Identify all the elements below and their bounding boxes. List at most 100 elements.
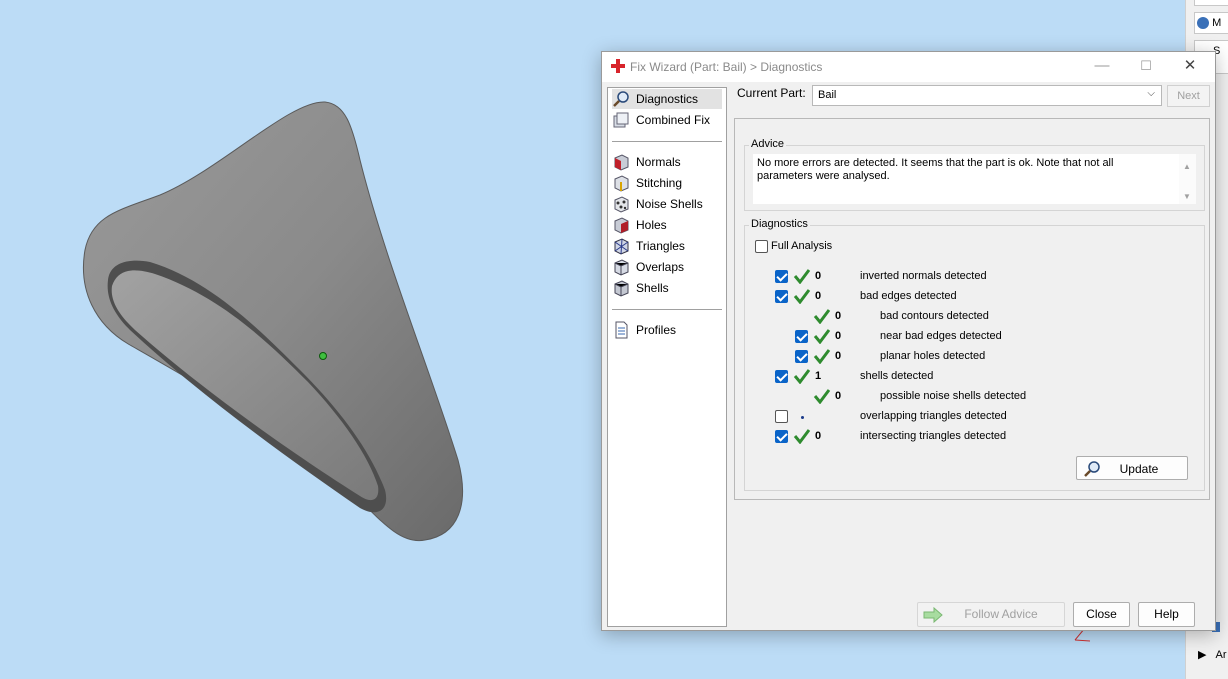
nav-item-overlaps[interactable]: Overlaps bbox=[612, 257, 722, 277]
check-ok-icon bbox=[793, 269, 811, 284]
current-part-label: Current Part: bbox=[737, 86, 806, 100]
next-button[interactable]: Next bbox=[1167, 85, 1210, 107]
near-bad-edges-checkbox[interactable] bbox=[795, 330, 808, 343]
noise-shells-icon bbox=[614, 196, 629, 213]
nav-divider bbox=[612, 141, 722, 142]
row-value: 0 bbox=[835, 310, 842, 322]
row-value: 0 bbox=[815, 270, 822, 282]
scroll-up-icon[interactable]: ▲ bbox=[1183, 160, 1191, 173]
dialog-titlebar[interactable]: Fix Wizard (Part: Bail) > Diagnostics — … bbox=[602, 52, 1215, 82]
maximize-button[interactable]: ☐ bbox=[1124, 52, 1168, 82]
strip-expand-label: Ar bbox=[1215, 649, 1227, 661]
nav-item-label: Overlaps bbox=[636, 260, 685, 274]
minimize-button[interactable]: — bbox=[1080, 52, 1124, 82]
advice-title: Advice bbox=[749, 138, 787, 150]
bad-edges-checkbox[interactable] bbox=[775, 290, 788, 303]
close-window-button[interactable]: ✕ bbox=[1168, 52, 1212, 82]
nav-item-triangles[interactable]: Triangles bbox=[612, 236, 722, 256]
follow-advice-label: Follow Advice bbox=[964, 607, 1038, 621]
magnifier-icon bbox=[613, 91, 629, 107]
nav-item-label: Diagnostics bbox=[636, 92, 699, 106]
nav-divider bbox=[612, 309, 722, 310]
not-analysed-dot-icon bbox=[801, 416, 804, 419]
row-label: bad contours detected bbox=[880, 310, 989, 322]
check-ok-icon bbox=[813, 389, 831, 404]
help-button[interactable]: Help bbox=[1138, 602, 1195, 627]
strip-item-m[interactable]: M bbox=[1194, 12, 1228, 34]
document-icon bbox=[615, 321, 628, 339]
update-button[interactable]: Update bbox=[1076, 456, 1188, 480]
nav-item-label: Holes bbox=[636, 218, 667, 232]
nav-item-label: Triangles bbox=[636, 239, 685, 253]
normals-cube-icon bbox=[614, 154, 629, 171]
row-label: intersecting triangles detected bbox=[860, 430, 1007, 442]
check-ok-icon bbox=[813, 329, 831, 344]
nav-item-profiles[interactable]: Profiles bbox=[612, 320, 722, 340]
diagnostics-group: Diagnostics Full Analysis 0 inverted nor… bbox=[744, 218, 1205, 491]
advice-group: Advice No more errors are detected. It s… bbox=[744, 138, 1205, 211]
strip-item-m-label: M bbox=[1212, 17, 1222, 29]
intersecting-triangles-checkbox[interactable] bbox=[775, 430, 788, 443]
holes-cube-icon bbox=[614, 217, 629, 234]
check-ok-icon bbox=[813, 309, 831, 324]
strip-header-cell bbox=[1194, 0, 1228, 6]
shells-checkbox[interactable] bbox=[775, 370, 788, 383]
inverted-normals-checkbox[interactable] bbox=[775, 270, 788, 283]
row-value: 1 bbox=[815, 370, 822, 382]
dialog-title: Fix Wizard (Part: Bail) > Diagnostics bbox=[630, 60, 823, 74]
overlaps-cube-icon bbox=[614, 259, 629, 276]
stitching-cube-icon bbox=[614, 175, 629, 192]
triangle-right-icon: ▶ bbox=[1198, 649, 1207, 661]
planar-holes-checkbox[interactable] bbox=[795, 350, 808, 363]
fix-wizard-dialog: Fix Wizard (Part: Bail) > Diagnostics — … bbox=[601, 51, 1216, 631]
row-label: overlapping triangles detected bbox=[860, 410, 1007, 422]
advice-scrollbar[interactable]: ▲ ▼ bbox=[1179, 154, 1196, 204]
arrow-right-icon bbox=[923, 606, 943, 624]
nav-item-label: Shells bbox=[636, 281, 669, 295]
nav-item-normals[interactable]: Normals bbox=[612, 152, 722, 172]
shells-cube-icon bbox=[614, 280, 629, 297]
row-label: inverted normals detected bbox=[860, 270, 987, 282]
nav-item-noise-shells[interactable]: Noise Shells bbox=[612, 194, 722, 214]
check-ok-icon bbox=[793, 289, 811, 304]
combined-fix-icon bbox=[613, 112, 629, 128]
red-cross-icon bbox=[611, 59, 625, 73]
triangles-cube-icon bbox=[614, 238, 629, 255]
row-label: planar holes detected bbox=[880, 350, 986, 362]
wizard-nav: Diagnostics Combined Fix Normals Stitchi… bbox=[607, 87, 727, 627]
nav-item-stitching[interactable]: Stitching bbox=[612, 173, 722, 193]
close-button[interactable]: Close bbox=[1073, 602, 1130, 627]
nav-item-shells[interactable]: Shells bbox=[612, 278, 722, 298]
row-value: 0 bbox=[835, 350, 842, 362]
full-analysis-label: Full Analysis bbox=[771, 240, 833, 252]
cluster-icon bbox=[1197, 17, 1209, 30]
row-value: 0 bbox=[815, 290, 822, 302]
diagnostics-panel: Advice No more errors are detected. It s… bbox=[734, 118, 1210, 500]
check-ok-icon bbox=[793, 429, 811, 444]
row-value: 0 bbox=[835, 390, 842, 402]
row-label: bad edges detected bbox=[860, 290, 957, 302]
check-ok-icon bbox=[813, 349, 831, 364]
current-part-value: Bail bbox=[818, 89, 837, 101]
nav-item-label: Noise Shells bbox=[636, 197, 703, 211]
row-value: 0 bbox=[835, 330, 842, 342]
nav-item-holes[interactable]: Holes bbox=[612, 215, 722, 235]
advice-text: No more errors are detected. It seems th… bbox=[757, 157, 1114, 182]
nav-item-combined-fix[interactable]: Combined Fix bbox=[612, 110, 722, 130]
strip-expand-row[interactable]: ▶ Ar bbox=[1198, 648, 1227, 661]
follow-advice-button[interactable]: Follow Advice bbox=[917, 602, 1065, 627]
overlapping-triangles-checkbox[interactable] bbox=[775, 410, 788, 423]
scroll-down-icon[interactable]: ▼ bbox=[1183, 190, 1191, 203]
current-part-select[interactable]: Bail ⌵ bbox=[812, 85, 1162, 106]
row-label: near bad edges detected bbox=[880, 330, 1002, 342]
chevron-down-icon: ⌵ bbox=[1147, 88, 1155, 99]
nav-item-label: Normals bbox=[636, 155, 681, 169]
nav-item-diagnostics[interactable]: Diagnostics bbox=[612, 89, 722, 109]
full-analysis-checkbox[interactable] bbox=[755, 240, 768, 253]
advice-text-box: No more errors are detected. It seems th… bbox=[753, 154, 1196, 204]
check-ok-icon bbox=[793, 369, 811, 384]
update-label: Update bbox=[1119, 462, 1159, 476]
nav-item-label: Profiles bbox=[636, 323, 677, 337]
row-label: shells detected bbox=[860, 370, 934, 382]
diagnostics-title: Diagnostics bbox=[749, 218, 810, 230]
